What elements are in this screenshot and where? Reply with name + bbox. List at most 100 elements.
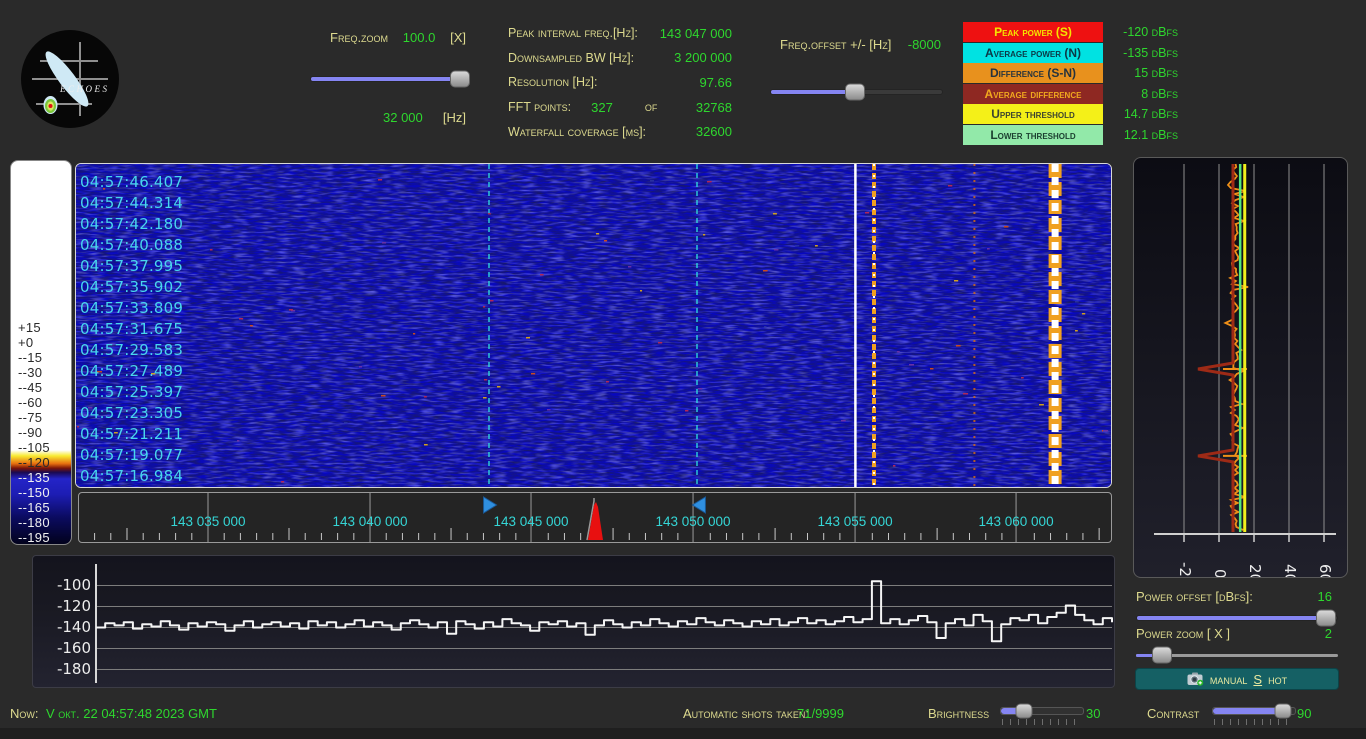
interval-end-marker[interactable] bbox=[692, 497, 705, 513]
legend-button-difference[interactable]: Difference (S-N) bbox=[963, 63, 1103, 83]
freq-tick-label: 143 040 000 bbox=[315, 514, 425, 529]
info-row-resolution: Resolution [Hz]: 97.66 bbox=[508, 70, 732, 95]
power-zoom-handle[interactable] bbox=[1152, 647, 1172, 664]
legend-values: -120 dBfs -135 dBfs 15 dBfs 8 dBfs 14.7 … bbox=[1108, 22, 1178, 145]
waterfall-timestamps: 04:57:46.40704:57:44.31404:57:42.18004:5… bbox=[80, 172, 183, 487]
spectrum-line bbox=[96, 581, 1112, 641]
db-scale-label: --195 bbox=[18, 530, 50, 545]
db-scale-label: --135 bbox=[18, 470, 50, 485]
contrast-slider[interactable] bbox=[1212, 704, 1296, 718]
legend-value-upper-threshold: 14.7 dBfs bbox=[1108, 104, 1178, 125]
power-offset-slider[interactable] bbox=[1136, 610, 1338, 626]
db-scale-label: --90 bbox=[18, 425, 42, 440]
power-zoom-slider[interactable] bbox=[1136, 647, 1338, 663]
timestamp-label: 04:57:44.314 bbox=[80, 193, 183, 214]
brightness-handle[interactable] bbox=[1015, 704, 1032, 719]
history-x-label: 20 bbox=[1244, 548, 1264, 578]
freq-zoom-handle[interactable] bbox=[450, 71, 470, 88]
info-row-downsampled-bw: Downsampled BW [Hz]: 3 200 000 bbox=[508, 46, 732, 71]
db-scale-label: --75 bbox=[18, 410, 42, 425]
freq-span-value: 32 000 bbox=[383, 110, 423, 125]
history-x-label: 0 bbox=[1209, 548, 1229, 578]
freq-tick-label: 143 060 000 bbox=[961, 514, 1071, 529]
graph-y-label: -140 bbox=[35, 618, 91, 636]
timestamp-label: 04:57:29.583 bbox=[80, 340, 183, 361]
echoes-logo-icon: ECHOES bbox=[20, 29, 120, 129]
freq-offset-row: Freq.offset +/- [Hz] -8000 bbox=[780, 37, 941, 52]
db-scale-label: --45 bbox=[18, 380, 42, 395]
timestamp-label: 04:57:42.180 bbox=[80, 214, 183, 235]
db-scale-label: --120 bbox=[18, 455, 50, 470]
legend-button-peak-power[interactable]: Peak power (S) bbox=[963, 22, 1103, 42]
freq-span-row: 32 000 [Hz] bbox=[383, 110, 466, 125]
db-scale-label: --60 bbox=[18, 395, 42, 410]
timestamp-label: 04:57:16.984 bbox=[80, 466, 183, 487]
db-scale-label: +0 bbox=[18, 335, 33, 350]
interval-start-marker[interactable] bbox=[484, 497, 497, 513]
timestamp-label: 04:57:25.397 bbox=[80, 382, 183, 403]
legend-button-upper-threshold[interactable]: Upper threshold bbox=[963, 104, 1103, 124]
legend-button-average-difference[interactable]: Average difference bbox=[963, 84, 1103, 104]
legend-value-difference: 15 dBfs bbox=[1108, 63, 1178, 84]
brightness-value: 30 bbox=[1086, 706, 1100, 721]
legend-value-peak-power: -120 dBfs bbox=[1108, 22, 1178, 43]
power-offset-label: Power offset [dBfs]: bbox=[1136, 589, 1253, 604]
waterfall-signals bbox=[76, 164, 1111, 487]
power-offset-track[interactable] bbox=[1136, 615, 1338, 621]
timestamp-label: 04:57:37.995 bbox=[80, 256, 183, 277]
timestamp-label: 04:57:23.305 bbox=[80, 403, 183, 424]
freq-zoom-row: Freq.zoom 100.0 [X] bbox=[330, 30, 466, 45]
freq-zoom-slider[interactable] bbox=[310, 71, 470, 87]
history-x-label: 60 bbox=[1314, 548, 1334, 578]
db-scale-label: --150 bbox=[18, 485, 50, 500]
legend-button-lower-threshold[interactable]: Lower threshold bbox=[963, 125, 1103, 145]
freq-zoom-value: 100.0 bbox=[403, 30, 436, 45]
freq-tick-label: 143 045 000 bbox=[476, 514, 586, 529]
legend-button-average-power[interactable]: Average power (N) bbox=[963, 43, 1103, 63]
db-scale-label: --30 bbox=[18, 365, 42, 380]
info-row-waterfall-coverage: Waterfall coverage [ms]: 32600 bbox=[508, 119, 732, 144]
shots-taken-label: Automatic shots taken: bbox=[683, 706, 809, 721]
freq-span-unit: [Hz] bbox=[443, 110, 466, 125]
brightness-track[interactable] bbox=[1000, 707, 1084, 715]
manual-shot-label-post: hot bbox=[1268, 672, 1287, 687]
legend-value-lower-threshold: 12.1 dBfs bbox=[1108, 125, 1178, 146]
info-row-peak-interval-freq: Peak interval freq.[Hz]: 143 047 000 bbox=[508, 21, 732, 46]
timestamp-label: 04:57:31.675 bbox=[80, 319, 183, 340]
info-row-fft-points: FFT points: 327 of 32768 bbox=[508, 95, 732, 120]
logo-text: ECHOES bbox=[59, 84, 110, 94]
contrast-value: 90 bbox=[1297, 706, 1311, 721]
freq-zoom-label: Freq.zoom bbox=[330, 30, 388, 45]
freq-tick-label: 143 050 000 bbox=[638, 514, 748, 529]
shots-taken-value: 71/9999 bbox=[797, 706, 844, 721]
manual-shot-label-pre: manual bbox=[1210, 672, 1248, 687]
power-zoom-label: Power zoom [ X ] bbox=[1136, 626, 1230, 641]
manual-shot-label-key: S bbox=[1253, 672, 1262, 687]
average-difference-line bbox=[1198, 164, 1233, 532]
freq-offset-handle[interactable] bbox=[845, 84, 865, 101]
freq-zoom-track[interactable] bbox=[310, 76, 470, 82]
brightness-slider[interactable] bbox=[1000, 704, 1084, 718]
freq-offset-value: -8000 bbox=[908, 37, 941, 52]
history-x-label: -20 bbox=[1174, 548, 1194, 578]
frequency-ruler: 143 035 000143 040 000143 045 000143 050… bbox=[78, 492, 1112, 543]
graph-y-label: -180 bbox=[35, 660, 91, 678]
history-x-label: 40 bbox=[1279, 548, 1299, 578]
manual-shot-button[interactable]: manual Shot bbox=[1135, 668, 1339, 690]
power-offset-handle[interactable] bbox=[1316, 610, 1336, 627]
freq-offset-slider[interactable] bbox=[770, 84, 943, 100]
graph-y-label: -120 bbox=[35, 597, 91, 615]
timestamp-label: 04:57:46.407 bbox=[80, 172, 183, 193]
camera-icon bbox=[1187, 672, 1204, 686]
timestamp-label: 04:57:27.489 bbox=[80, 361, 183, 382]
db-scale-label: --180 bbox=[18, 515, 50, 530]
freq-offset-label: Freq.offset +/- [Hz] bbox=[780, 37, 891, 52]
timestamp-label: 04:57:40.088 bbox=[80, 235, 183, 256]
contrast-handle[interactable] bbox=[1274, 704, 1291, 719]
legend-value-average-difference: 8 dBfs bbox=[1108, 84, 1178, 105]
timestamp-label: 04:57:19.077 bbox=[80, 445, 183, 466]
power-offset-row: Power offset [dBfs]: 16 bbox=[1136, 589, 1332, 604]
brightness-ticks bbox=[1002, 719, 1082, 725]
difference-history-plot: -20 0 20 40 60 bbox=[1133, 157, 1348, 578]
db-scale-label: --15 bbox=[18, 350, 42, 365]
